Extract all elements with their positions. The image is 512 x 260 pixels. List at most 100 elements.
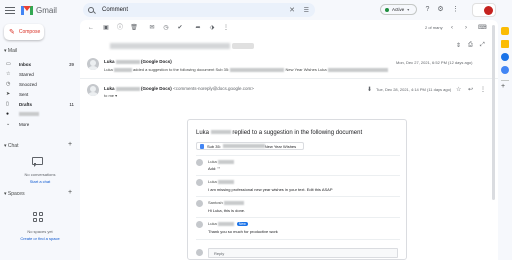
avatar	[196, 159, 203, 166]
create-space-link[interactable]: Create or find a space	[0, 236, 80, 241]
divider	[196, 217, 400, 218]
redacted-label	[19, 112, 39, 117]
chevron-down-icon[interactable]: ▾	[115, 93, 117, 98]
sidebar-item-label: Snoozed	[19, 81, 37, 87]
status-selector[interactable]: Active ▾	[380, 4, 417, 15]
keep-icon[interactable]	[501, 40, 509, 48]
tasks-icon[interactable]	[501, 53, 509, 61]
sidebar-item-drafts[interactable]: ▯ Drafts 11	[6, 100, 74, 108]
snooze-icon: ◷	[6, 81, 11, 87]
divider	[196, 239, 400, 240]
message-snippet[interactable]: Luka added a suggestion to the following…	[104, 67, 388, 72]
more-options-icon[interactable]: ⋮	[222, 24, 230, 32]
sender-suffix: (Google Docs)	[141, 59, 172, 64]
search-options-icon[interactable]: ☰	[304, 7, 309, 14]
sidebar-item-label-redacted[interactable]: ●	[6, 110, 74, 118]
side-panel-rail: +	[498, 20, 512, 260]
gear-icon[interactable]: ⚙	[436, 5, 445, 14]
card-title-start: Luka	[196, 130, 210, 136]
older-icon[interactable]: ‹	[448, 24, 456, 32]
recipient-line[interactable]: to me ▾	[104, 93, 117, 98]
more-options-icon[interactable]: ⋮	[480, 86, 486, 93]
divider	[196, 155, 400, 156]
sidebar-item-more[interactable]: ⌄ More	[6, 120, 74, 128]
message-sender[interactable]: Luka (Google Docs) <comments-noreply@doc…	[104, 86, 254, 91]
chat-section-header[interactable]: ▾ Chat	[4, 143, 18, 149]
card-title-end: replied to a suggestion in the following…	[232, 130, 363, 136]
doc-prefix: Sub 35:	[207, 143, 221, 149]
report-spam-icon[interactable]: ⓘ	[116, 24, 124, 32]
pencil-icon: ✎	[9, 29, 15, 36]
search-icon[interactable]	[88, 7, 94, 13]
scrollbar[interactable]	[492, 25, 495, 200]
reply-icon[interactable]: ↩	[468, 86, 473, 93]
archive-icon[interactable]: ▣	[102, 24, 110, 32]
reply-input[interactable]: Reply	[208, 248, 398, 258]
message-sender[interactable]: Luka (Google Docs)	[104, 59, 172, 64]
redacted-name	[113, 67, 132, 72]
mail-section-header[interactable]: ▾ Mail	[4, 48, 17, 54]
search-bar[interactable]: Comment ✕ ☰	[83, 3, 315, 17]
document-link[interactable]: Sub 35: New Year Wishes	[196, 142, 304, 150]
delete-icon[interactable]: 🗑	[130, 24, 138, 32]
newer-icon[interactable]: ›	[462, 24, 470, 32]
sidebar-item-inbox[interactable]: ▭ Inbox 39	[6, 60, 74, 68]
move-to-icon[interactable]: ➦	[194, 24, 202, 32]
add-space-icon[interactable]: +	[68, 189, 72, 196]
contacts-icon[interactable]	[501, 66, 509, 74]
sidebar-item-label: More	[19, 121, 30, 127]
sidebar-item-snoozed[interactable]: ◷ Snoozed	[6, 80, 74, 88]
add-task-icon[interactable]: ✔	[176, 24, 184, 32]
calendar-icon[interactable]	[501, 27, 509, 35]
add-chat-icon[interactable]: +	[68, 141, 72, 148]
sidebar-item-sent[interactable]: ➤ Sent	[6, 90, 74, 98]
chevron-down-icon: ▾	[407, 7, 410, 12]
clear-search-icon[interactable]: ✕	[289, 6, 295, 14]
back-arrow-icon[interactable]: ←	[87, 24, 95, 32]
redacted-text	[327, 67, 388, 72]
mark-unread-icon[interactable]: ✉	[148, 24, 156, 32]
comment-text: I am missing professional new year wishe…	[208, 187, 333, 192]
chat-section-label: Chat	[7, 143, 19, 149]
comment-text: Thank you so much for productive work	[208, 229, 278, 234]
star-icon[interactable]: ☆	[456, 86, 461, 93]
label-icon[interactable]: ⬗	[208, 24, 216, 32]
snippet-mid: added a suggestion to the following docu…	[132, 67, 230, 72]
sidebar-item-label: Inbox	[19, 61, 31, 67]
label-icon: ●	[6, 111, 10, 117]
no-conversations-text: No conversations	[24, 172, 56, 177]
apps-grid-icon[interactable]: ⋮	[451, 5, 460, 14]
start-chat-link[interactable]: Start a chat	[0, 179, 80, 184]
avatar[interactable]	[484, 6, 493, 15]
gmail-logo[interactable]: Gmail	[21, 5, 57, 15]
recipient-text: to me	[104, 93, 115, 98]
compose-button[interactable]: ✎ Compose	[4, 24, 44, 40]
main-menu-icon[interactable]	[5, 5, 15, 16]
divider	[196, 196, 400, 197]
divider	[196, 175, 400, 176]
search-input[interactable]: Comment	[102, 7, 128, 13]
app-name: Gmail	[36, 5, 57, 15]
account-switcher[interactable]	[472, 3, 496, 17]
expand-all-icon[interactable]: ⇕	[456, 42, 461, 49]
redacted-title	[222, 144, 265, 148]
redacted-name	[210, 130, 231, 135]
get-addons-icon[interactable]: +	[501, 83, 505, 90]
help-icon[interactable]: ?	[423, 5, 432, 14]
inbox-label-chip[interactable]	[232, 43, 254, 49]
input-tools-icon[interactable]: ⌨	[478, 24, 487, 32]
open-new-window-icon[interactable]: ⤢	[480, 42, 485, 49]
comment-author: Luka	[208, 159, 234, 164]
print-icon[interactable]: ⎙	[468, 42, 473, 49]
sidebar-item-starred[interactable]: ☆ Starred	[6, 70, 74, 78]
attachment-icon[interactable]: ⬇	[367, 86, 372, 93]
redacted-name	[115, 59, 140, 64]
snooze-icon[interactable]: ◷	[162, 24, 170, 32]
spaces-section-header[interactable]: ▾ Spaces	[4, 191, 25, 197]
sender-name: Luka	[104, 86, 115, 91]
comment-author: Luka	[208, 179, 234, 184]
chevron-down-icon: ⌄	[6, 121, 11, 127]
sender-avatar[interactable]	[87, 58, 99, 70]
sender-avatar[interactable]	[87, 84, 99, 96]
compose-label: Compose	[18, 29, 41, 35]
